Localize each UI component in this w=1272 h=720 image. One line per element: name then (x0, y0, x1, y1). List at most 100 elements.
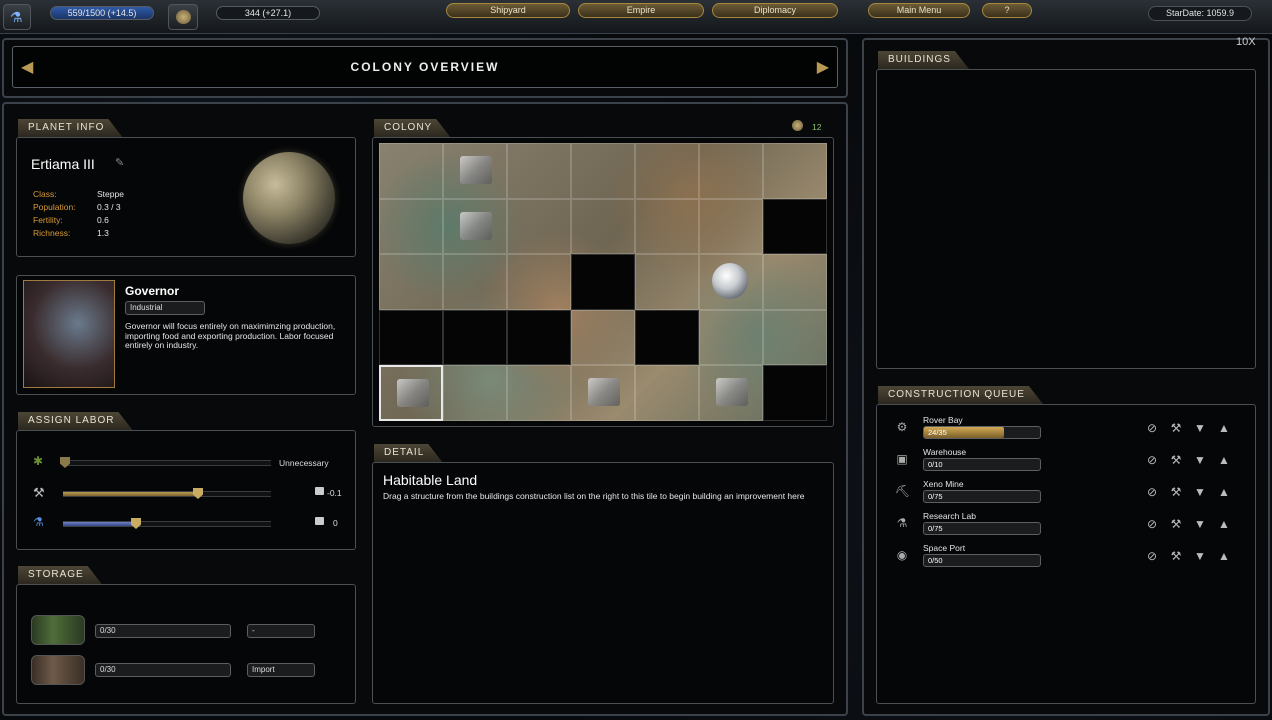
move-down-icon[interactable]: ▼ (1193, 453, 1207, 467)
colony-tile[interactable] (443, 365, 507, 421)
colony-grid[interactable] (379, 143, 827, 421)
move-down-icon[interactable]: ▼ (1193, 485, 1207, 499)
colony-tile[interactable] (379, 143, 443, 199)
move-up-icon[interactable]: ▲ (1217, 485, 1231, 499)
lock-icon[interactable] (315, 517, 324, 525)
colony-tile[interactable] (763, 143, 827, 199)
cancel-icon[interactable]: ⊘ (1145, 485, 1159, 499)
colony-tile[interactable] (507, 198, 571, 255)
import-button[interactable]: Import (247, 663, 315, 677)
move-down-icon[interactable]: ▼ (1193, 517, 1207, 531)
queue-item[interactable]: ⛏ Xeno Mine 0/75 ⊘ ⚒ ▼ ▲ (877, 479, 1255, 509)
lock-icon[interactable] (315, 487, 324, 495)
governor-description: Governor will focus entirely on maximimz… (125, 321, 336, 350)
move-down-icon[interactable]: ▼ (1193, 549, 1207, 563)
production-labor-handle[interactable] (193, 488, 203, 499)
queue-item-name: Rover Bay (923, 415, 963, 425)
move-up-icon[interactable]: ▲ (1217, 549, 1231, 563)
cancel-icon[interactable]: ⊘ (1145, 517, 1159, 531)
colony-tile[interactable] (635, 365, 699, 421)
credits-counter: 344 (+27.1) (216, 6, 320, 20)
flask-icon: ⚗ (33, 515, 44, 529)
rush-icon[interactable]: ⚒ (1169, 485, 1183, 499)
colony-tile[interactable] (443, 198, 507, 255)
queue-item[interactable]: ⚗ Research Lab 0/75 ⊘ ⚒ ▼ ▲ (877, 511, 1255, 541)
colony-tile[interactable] (699, 198, 763, 255)
queue-item-name: Research Lab (923, 511, 976, 521)
food-storage-action[interactable]: - (247, 624, 315, 638)
colony-tile[interactable] (635, 198, 699, 255)
colony-tile[interactable] (763, 365, 827, 421)
colony-tile[interactable] (571, 365, 635, 421)
rush-icon[interactable]: ⚒ (1169, 517, 1183, 531)
cancel-icon[interactable]: ⊘ (1145, 453, 1159, 467)
colony-tile[interactable] (507, 365, 571, 421)
close-button[interactable]: 10X (1236, 36, 1256, 48)
colony-tile[interactable] (635, 143, 699, 199)
research-building-icon (397, 379, 429, 408)
queue-item[interactable]: ▣ Warehouse 0/10 ⊘ ⚒ ▼ ▲ (877, 447, 1255, 477)
move-down-icon[interactable]: ▼ (1193, 421, 1207, 435)
move-up-icon[interactable]: ▲ (1217, 517, 1231, 531)
move-up-icon[interactable]: ▲ (1217, 453, 1231, 467)
rush-icon[interactable]: ⚒ (1169, 421, 1183, 435)
governor-panel: Governor Industrial Governor will focus … (16, 275, 356, 395)
colony-tile[interactable] (763, 198, 827, 255)
colony-tile[interactable] (763, 254, 827, 310)
production-labor-slider[interactable] (63, 488, 271, 499)
food-labor-handle[interactable] (60, 457, 70, 468)
queue-item-name: Warehouse (923, 447, 967, 457)
research-labor-slider[interactable] (63, 518, 271, 529)
research-icon-box[interactable]: ⚗ (3, 4, 31, 30)
queue-progress-bar: 0/50 (923, 554, 1041, 567)
empire-button[interactable]: Empire (578, 3, 704, 18)
colony-tile[interactable] (699, 365, 763, 421)
colony-panel (372, 137, 834, 427)
colony-tile[interactable] (443, 254, 507, 310)
edit-name-icon[interactable]: ✎ (115, 156, 124, 169)
credits-icon-box[interactable] (168, 4, 198, 30)
next-colony-arrow-icon[interactable]: ▶ (817, 57, 829, 77)
colony-tile[interactable] (507, 254, 571, 310)
cancel-icon[interactable]: ⊘ (1145, 421, 1159, 435)
colony-tile[interactable] (379, 309, 443, 366)
colony-tile[interactable] (379, 365, 443, 421)
diplomacy-button[interactable]: Diplomacy (712, 3, 838, 18)
colony-tile[interactable] (571, 309, 635, 366)
research-labor-handle[interactable] (131, 518, 141, 529)
help-button[interactable]: ? (982, 3, 1032, 18)
colony-tile[interactable] (507, 309, 571, 366)
colony-tile[interactable] (379, 198, 443, 255)
move-up-icon[interactable]: ▲ (1217, 421, 1231, 435)
colony-tile[interactable] (443, 309, 507, 366)
queue-progress-bar: 0/10 (923, 458, 1041, 471)
fertility-label: Fertility: (33, 215, 63, 225)
richness-value: 1.3 (97, 228, 109, 238)
colony-tile[interactable] (571, 198, 635, 255)
main-menu-button[interactable]: Main Menu (868, 3, 970, 18)
colony-tile[interactable] (699, 309, 763, 366)
queue-item[interactable]: ◉ Space Port 0/50 ⊘ ⚒ ▼ ▲ (877, 543, 1255, 573)
cancel-icon[interactable]: ⊘ (1145, 549, 1159, 563)
colony-tile[interactable] (699, 254, 763, 310)
planet-info-panel: Ertiama III ✎ Class: Steppe Population: 0.… (16, 137, 356, 257)
food-labor-slider[interactable] (60, 457, 271, 468)
colony-tile[interactable] (571, 143, 635, 199)
colony-tile[interactable] (699, 143, 763, 199)
buildings-panel (876, 69, 1256, 369)
colony-tile[interactable] (379, 254, 443, 310)
detail-title: Habitable Land (383, 472, 478, 488)
governor-mode-select[interactable]: Industrial (125, 301, 205, 315)
rush-icon[interactable]: ⚒ (1169, 549, 1183, 563)
colony-tile[interactable] (635, 309, 699, 366)
colony-tile[interactable] (507, 143, 571, 199)
warehouse-building-icon (460, 156, 492, 184)
colony-tile[interactable] (635, 254, 699, 310)
governor-portrait (23, 280, 115, 388)
queue-item[interactable]: ⚙ Rover Bay 24/35 ⊘ ⚒ ▼ ▲ (877, 415, 1255, 445)
colony-tile[interactable] (763, 309, 827, 366)
rush-icon[interactable]: ⚒ (1169, 453, 1183, 467)
colony-tile[interactable] (443, 143, 507, 199)
shipyard-button[interactable]: Shipyard (446, 3, 570, 18)
colony-tile[interactable] (571, 254, 635, 310)
